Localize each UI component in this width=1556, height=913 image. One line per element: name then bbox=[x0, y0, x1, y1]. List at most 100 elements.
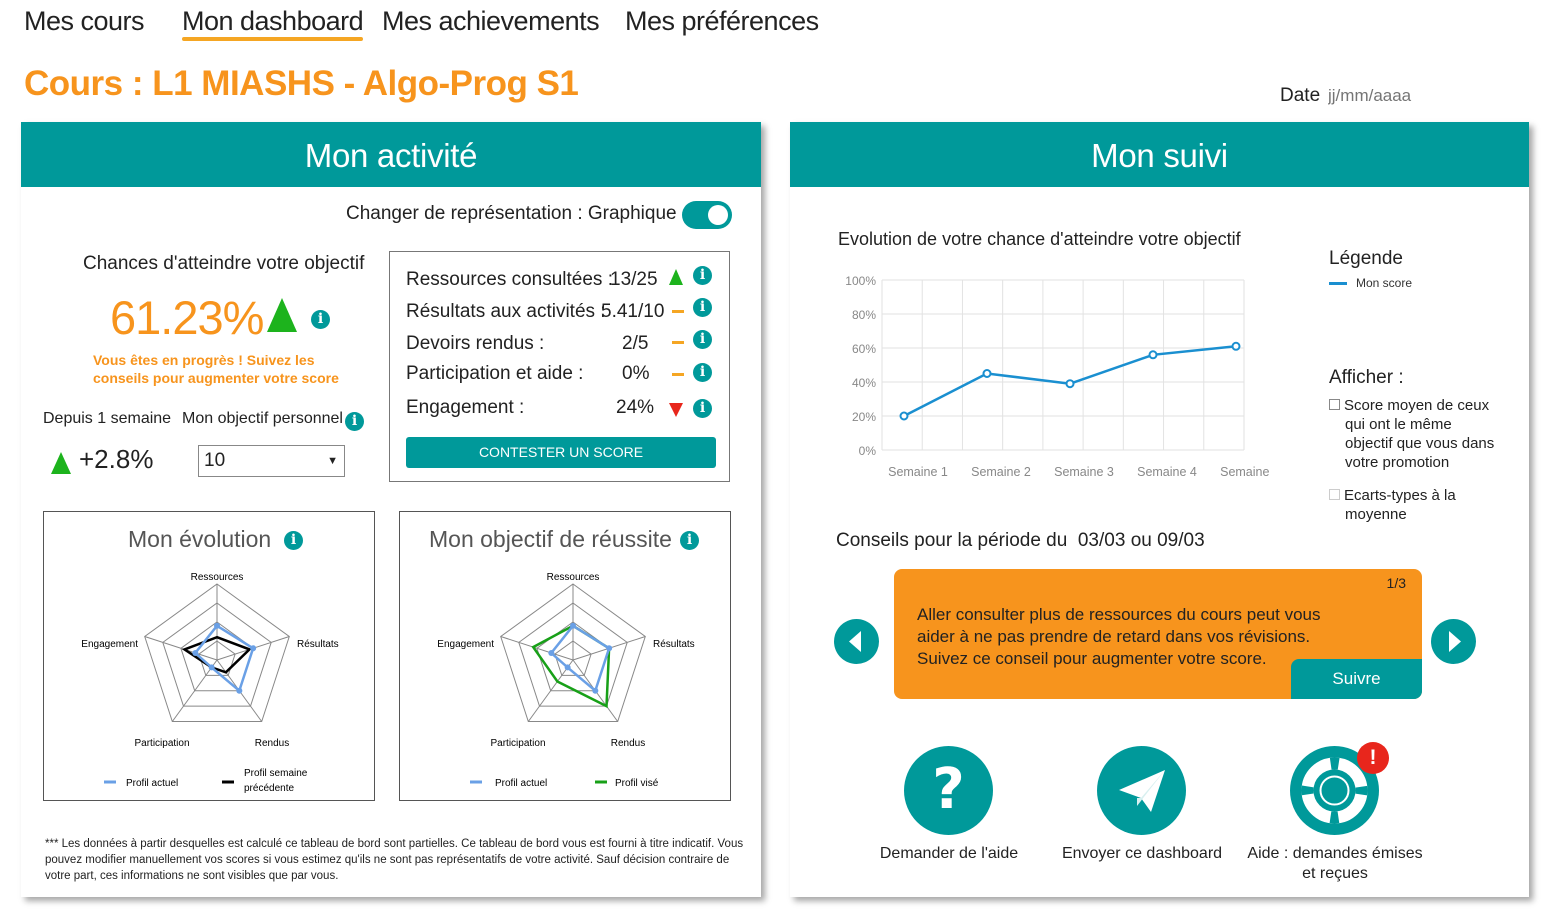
radar-point-0 bbox=[570, 622, 576, 629]
checkbox-score-moyen-line4: votre promotion bbox=[1345, 454, 1450, 471]
radar-grid bbox=[500, 583, 646, 722]
paper-plane-icon bbox=[1119, 770, 1165, 812]
current-profile-polygon bbox=[193, 624, 255, 693]
data-point bbox=[1148, 350, 1158, 360]
legend-label-current: Profil actuel bbox=[126, 778, 178, 789]
resultats-info-icon[interactable]: i bbox=[693, 298, 712, 317]
score-row-ressources: Ressources consultées : 13/25 bbox=[406, 269, 658, 291]
chevron-down-icon: ▼ bbox=[327, 455, 338, 467]
ask-help-button[interactable]: ? bbox=[904, 746, 993, 835]
nav-tab-mes-cours[interactable]: Mes cours bbox=[24, 6, 145, 37]
score-label: Participation et aide : bbox=[406, 363, 584, 384]
radar-point-4 bbox=[192, 649, 199, 656]
radar-point-2 bbox=[592, 687, 599, 694]
chevron-right-icon bbox=[1449, 631, 1461, 652]
axis-label-ressources: Ressources bbox=[547, 572, 600, 583]
nav-active-underline bbox=[182, 37, 363, 41]
legend-label-target: Profil visé bbox=[615, 778, 659, 789]
footnote: *** Les données à partir desquelles est … bbox=[45, 838, 744, 882]
week-value: +2.8% bbox=[79, 444, 154, 474]
ressources-info-icon[interactable]: i bbox=[693, 266, 712, 285]
score-label: Ressources consultées : bbox=[406, 269, 613, 290]
date-input[interactable] bbox=[1328, 84, 1448, 108]
send-dashboard-button[interactable] bbox=[1097, 746, 1186, 835]
checkbox-ecarts-types-line1: Ecarts-types à la bbox=[1344, 487, 1456, 504]
prev-advice-button[interactable] bbox=[834, 619, 879, 664]
data-point bbox=[1231, 341, 1241, 351]
data-point bbox=[982, 369, 992, 378]
score-row-resultats: Résultats aux activités : 5.41/10 bbox=[406, 301, 664, 323]
help-requests-label: Aide : demandes émises et reçues bbox=[1247, 845, 1423, 882]
advice-count: 1/3 bbox=[1386, 575, 1406, 591]
axis-label-participation: Participation bbox=[134, 738, 189, 749]
checkbox-ecarts-types-box[interactable] bbox=[1329, 489, 1340, 500]
x-tick-label: Semaine 3 bbox=[1054, 465, 1114, 479]
advice-text: Aller consulter plus de ressources du co… bbox=[917, 605, 1321, 668]
trend-down-icon bbox=[669, 403, 683, 417]
progress-message-line1: Vous êtes en progrès ! Suivez les bbox=[93, 352, 315, 368]
trend-flat-icon bbox=[672, 341, 684, 344]
week-label: Depuis 1 semaine bbox=[43, 410, 172, 427]
suivi-panel: Mon suivi Evolution de votre chance d'at… bbox=[790, 122, 1529, 897]
checkbox-score-moyen-box[interactable] bbox=[1329, 399, 1340, 410]
radar-point-0 bbox=[214, 622, 220, 629]
score-row-participation: Participation et aide : 0% bbox=[406, 363, 649, 385]
score-row-devoirs: Devoirs rendus : 2/5 bbox=[406, 333, 648, 355]
afficher-title: Afficher : bbox=[1329, 367, 1404, 388]
objective-info-icon[interactable]: i bbox=[345, 412, 364, 431]
chance-value: 61.23% bbox=[110, 291, 264, 344]
axis-label-ressources: Ressources bbox=[191, 572, 244, 583]
nav-tab-mes-achievements[interactable]: Mes achievements bbox=[382, 6, 600, 37]
toggle-knob bbox=[708, 205, 728, 225]
score-value: 13/25 bbox=[610, 269, 658, 290]
radar-grid bbox=[144, 583, 290, 722]
checkbox-ecarts-types-line2: moyenne bbox=[1345, 506, 1407, 523]
objective-select-value: 10 bbox=[204, 450, 226, 471]
legend-swatch-mon-score bbox=[1329, 282, 1347, 285]
objective-select[interactable]: 10 ▼ bbox=[198, 445, 345, 477]
y-tick-label: 100% bbox=[845, 274, 876, 288]
chevron-left-icon bbox=[849, 631, 861, 652]
chance-info-icon[interactable]: i bbox=[311, 310, 330, 329]
radar-point-3 bbox=[564, 664, 571, 671]
score-label: Résultats aux activités : bbox=[406, 301, 606, 322]
ask-help-label: Demander de l'aide bbox=[879, 845, 1019, 862]
follow-advice-button[interactable]: Suivre bbox=[1291, 659, 1422, 699]
checkbox-score-moyen-line3: objectif que vous dans bbox=[1345, 435, 1495, 452]
representation-toggle[interactable] bbox=[682, 201, 732, 229]
next-advice-button[interactable] bbox=[1431, 619, 1476, 664]
trend-flat-icon bbox=[672, 373, 684, 376]
score-label: Engagement : bbox=[406, 397, 525, 418]
objective-label: Mon objectif personnel bbox=[182, 410, 343, 427]
score-value: 24% bbox=[616, 397, 655, 418]
y-tick-label: 60% bbox=[852, 342, 876, 356]
x-tick-label: Semaine 4 bbox=[1137, 465, 1197, 479]
checkbox-score-moyen-line1: Score moyen de ceux bbox=[1344, 397, 1490, 414]
checkbox-ecarts-types[interactable]: Ecarts-types à la moyenne bbox=[1329, 486, 1456, 524]
progress-message-line2: conseils pour augmenter votre score bbox=[93, 370, 339, 386]
date-label: Date bbox=[1280, 85, 1321, 106]
checkbox-score-moyen[interactable]: Score moyen de ceux qui ont le même obje… bbox=[1329, 396, 1494, 472]
contest-score-button[interactable]: CONTESTER UN SCORE bbox=[406, 437, 716, 468]
engagement-info-icon[interactable]: i bbox=[693, 399, 712, 418]
advice-card: 1/3 Aller consulter plus de ressources d… bbox=[894, 569, 1422, 699]
week-trend-up-icon bbox=[51, 452, 71, 474]
nav-tab-mes-preferences[interactable]: Mes préférences bbox=[625, 6, 819, 37]
axis-label-rendus: Rendus bbox=[255, 738, 289, 749]
score-value: 5.41/10 bbox=[601, 301, 665, 322]
legend-label-mon-score: Mon score bbox=[1356, 276, 1413, 290]
objective-radar-chart: Ressources Résultats Rendus Participatio… bbox=[437, 572, 694, 789]
chance-trend-up-icon bbox=[267, 298, 297, 332]
participation-info-icon[interactable]: i bbox=[693, 363, 712, 382]
notification-alert-icon: ! bbox=[1357, 742, 1389, 774]
legend-label-current: Profil actuel bbox=[495, 778, 547, 789]
data-point bbox=[1065, 379, 1075, 389]
nav-tab-mon-dashboard[interactable]: Mon dashboard bbox=[182, 6, 364, 37]
legend-title: Légende bbox=[1329, 248, 1403, 269]
devoirs-info-icon[interactable]: i bbox=[693, 330, 712, 349]
send-dashboard-label: Envoyer ce dashboard bbox=[1061, 845, 1223, 862]
radar-point-2 bbox=[236, 687, 243, 694]
line-chart: 0% 20% 40% 60% 80% 100% Semaine 1 Semaine 2 Sema… bbox=[845, 274, 1270, 479]
score-row-engagement: Engagement : 24% bbox=[406, 397, 654, 419]
y-tick-label: 40% bbox=[852, 376, 876, 390]
